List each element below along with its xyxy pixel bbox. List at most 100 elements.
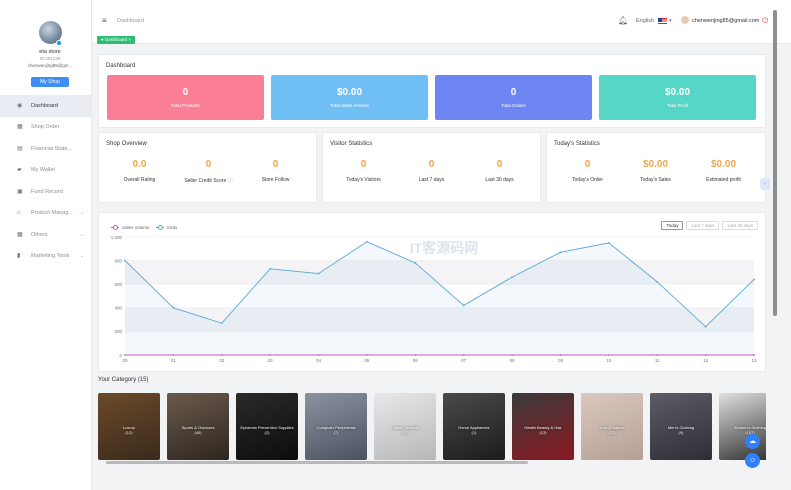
category-header: Your Category (15) — [98, 377, 148, 383]
wallet-icon: ▰ — [17, 167, 22, 174]
sidebar-item-marketing-tools[interactable]: ▮ Marketing Tools ⌄ — [0, 246, 92, 268]
x-tick-label: 02 — [219, 358, 225, 363]
x-tick-label: 06 — [413, 358, 419, 363]
x-tick-label: 07 — [461, 358, 467, 363]
category-label: Men's Clothing (9) — [650, 425, 712, 435]
today-estimated-profit: $0.00 Estimated profit — [687, 159, 760, 183]
chevron-down-icon: ⌄ — [79, 210, 84, 217]
category-item-count: (22) — [608, 430, 616, 435]
overview-seller-credit-score: 0 Seller Credit Score ⓘ — [172, 159, 245, 184]
x-tick-label: 09 — [558, 358, 564, 363]
stat-total-profit[interactable]: $0.00 Total Profit — [599, 75, 756, 120]
sidebar-item-others[interactable]: ▦ Others ⌄ — [0, 224, 92, 246]
x-tick-label: 11 — [655, 358, 660, 363]
stat-total-orders[interactable]: 0 Total Orders — [435, 75, 592, 120]
sidebar-item-dashboard[interactable]: ◉ Dashboard — [0, 95, 92, 117]
category-item-count: (2) — [264, 430, 270, 435]
power-icon[interactable]: ⏻ — [762, 16, 768, 26]
user-email[interactable]: chenwenjing85@gmail.com — [692, 18, 759, 24]
overview-value: 0 — [205, 159, 212, 170]
category-item-count: (13) — [539, 430, 547, 435]
sidebar-item-fund-record[interactable]: ▣ Fund Record — [0, 181, 92, 203]
page-scrollbar[interactable] — [773, 10, 777, 316]
stat-total-sales-amount[interactable]: $0.00 Total Sales Amount — [271, 75, 428, 120]
category-count: (15) — [137, 377, 149, 383]
category-row: Luxury (12) Sports & Outdoors (40) Epidemic … — [98, 393, 766, 460]
category-tile[interactable]: Health Beauty & Hair (13) — [512, 393, 574, 460]
category-item-count: (7) — [333, 430, 339, 435]
y-tick-label: 1,000 — [111, 235, 123, 240]
category-label: Home Appliances (1) — [443, 425, 505, 435]
stat-label: Total Sales Amount — [330, 103, 369, 108]
category-item-count: (157) — [745, 430, 755, 435]
us-flag-icon[interactable] — [658, 18, 667, 24]
sidebar-item-label: Marketing Tools — [31, 253, 70, 260]
category-tile[interactable]: Epidemic Prevention Supplies (2) — [236, 393, 298, 460]
bell-icon[interactable]: 🔔︎ — [618, 16, 628, 25]
scrollbar-thumb[interactable] — [106, 461, 528, 464]
today-label: Today's Sales — [640, 177, 671, 183]
sales-visits-chart: 02004006008001,00000 01 02 03 04 05 06 07 08 09 10… — [111, 235, 757, 363]
chevron-down-icon[interactable]: ▾ — [669, 18, 672, 24]
category-tile[interactable]: Digital Products (37) — [374, 393, 436, 460]
sidebar-item-shop-order[interactable]: ▦ Shop Order — [0, 117, 92, 139]
visits-point — [511, 276, 513, 279]
record-icon: ▣ — [17, 188, 23, 195]
chevron-down-icon: ⌄ — [79, 231, 84, 238]
sales-chart-card: Sales Volume Visits Today Last 7 days La… — [98, 212, 766, 372]
chat-icon[interactable]: ☁ — [745, 434, 760, 449]
store-name: eta store — [39, 49, 61, 55]
overview-label: Seller Credit Score ⓘ — [172, 177, 245, 184]
visits-point — [559, 251, 562, 254]
store-id: ID:481239 — [39, 56, 61, 61]
category-tile[interactable]: Kids & Babies (22) — [581, 393, 643, 460]
my-shop-button[interactable]: My Shop — [31, 77, 69, 87]
category-tile[interactable]: Computer Peripherals (7) — [305, 393, 367, 460]
visits-point — [366, 240, 368, 243]
visitor-label: Today's Visitors — [346, 177, 381, 183]
user-avatar[interactable] — [681, 16, 689, 24]
category-tile[interactable]: Sports & Outdoors (40) — [167, 393, 229, 460]
stat-value: 0 — [510, 87, 517, 98]
grid-band — [125, 260, 754, 285]
visitor-value: 0 — [428, 159, 435, 170]
help-icon[interactable]: ⓘ — [228, 178, 233, 184]
y-tick-label: 600 — [114, 282, 122, 287]
category-tile[interactable]: Luxury (12) — [98, 393, 160, 460]
visits-point — [704, 325, 707, 328]
stat-value: 0 — [182, 87, 189, 98]
category-tile[interactable]: Home Appliances (1) — [443, 393, 505, 460]
x-tick-label: 08 — [510, 358, 516, 363]
category-label: Epidemic Prevention Supplies (2) — [236, 425, 298, 435]
product-icon: ⌂ — [17, 210, 21, 217]
dashboard-icon: ◉ — [17, 102, 23, 109]
menu-toggle-icon[interactable]: ≡ — [102, 17, 109, 25]
today-order: 0 Today's Order — [551, 159, 624, 183]
visitor-last-30-days: 0 Last 30 days — [463, 159, 536, 183]
category-tile[interactable]: Men's Clothing (9) — [650, 393, 712, 460]
visits-point — [172, 306, 175, 309]
visits-point — [414, 262, 417, 264]
sidebar-item-my-wallet[interactable]: ▰ My Wallet — [0, 160, 92, 182]
stat-value: $0.00 — [664, 87, 691, 98]
category-tile[interactable]: Women's Clothing (157) — [719, 393, 766, 460]
support-agent-icon[interactable]: ☺ — [745, 453, 760, 468]
stat-label: Total Orders — [501, 103, 526, 108]
sidebar-item-financial-statements[interactable]: ▤ Financial State... — [0, 138, 92, 160]
side-expand-tab[interactable]: ‹ — [760, 178, 770, 190]
tab-dashboard[interactable]: ● Dashboard × — [97, 36, 135, 44]
visits-point — [269, 267, 272, 270]
sidebar-item-product-management[interactable]: ⌂ Product Manag... ⌄ — [0, 203, 92, 225]
language-select[interactable]: English — [636, 18, 654, 24]
today-value: $0.00 — [642, 159, 669, 170]
today-value: 0 — [584, 159, 591, 170]
x-tick-label: 04 — [316, 358, 322, 363]
x-tick-label: 10 — [606, 358, 612, 363]
shop-overview-title: Shop Overview — [106, 141, 147, 147]
category-item-count: (37) — [401, 430, 409, 435]
category-title: Your Category — [98, 377, 137, 383]
dashboard-card: Dashboard 0 Total Products $0.00 Total S… — [98, 54, 766, 128]
stat-total-products[interactable]: 0 Total Products — [107, 75, 264, 120]
category-scrollbar[interactable] — [98, 460, 766, 465]
visitor-last-7-days: 0 Last 7 days — [395, 159, 468, 183]
